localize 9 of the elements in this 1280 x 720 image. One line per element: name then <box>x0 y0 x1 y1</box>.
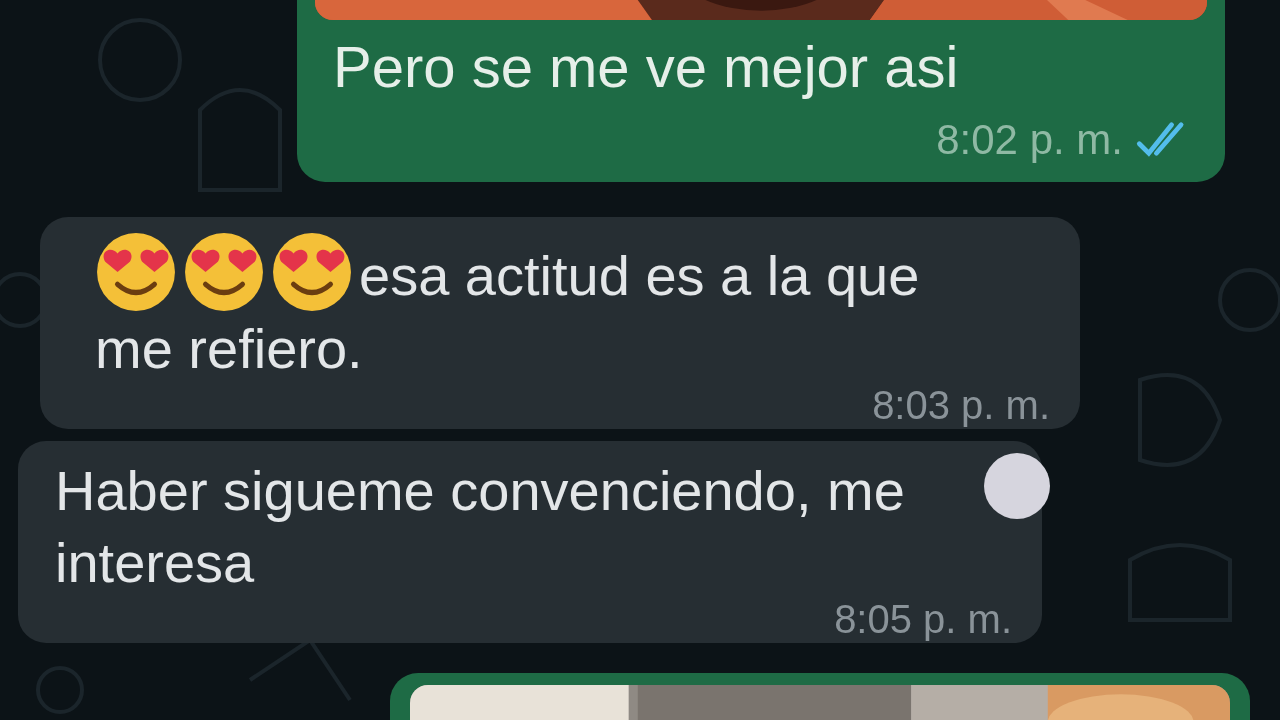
message-text: Pero se me ve mejor asi <box>332 33 960 101</box>
message-time: 8:02 p. m. <box>936 116 1123 164</box>
heart-eyes-emoji-icon <box>271 231 353 313</box>
heart-eyes-emoji-icon <box>183 231 265 313</box>
message-text: Haber sigueme convenciendo, me interesa <box>55 458 906 596</box>
heart-eyes-emoji-icon <box>95 231 177 313</box>
message-time: 8:03 p. m. <box>872 385 1050 425</box>
message-time: 8:05 p. m. <box>834 599 1012 639</box>
message-text: esa actitud es a la que me refiero. <box>95 231 995 385</box>
